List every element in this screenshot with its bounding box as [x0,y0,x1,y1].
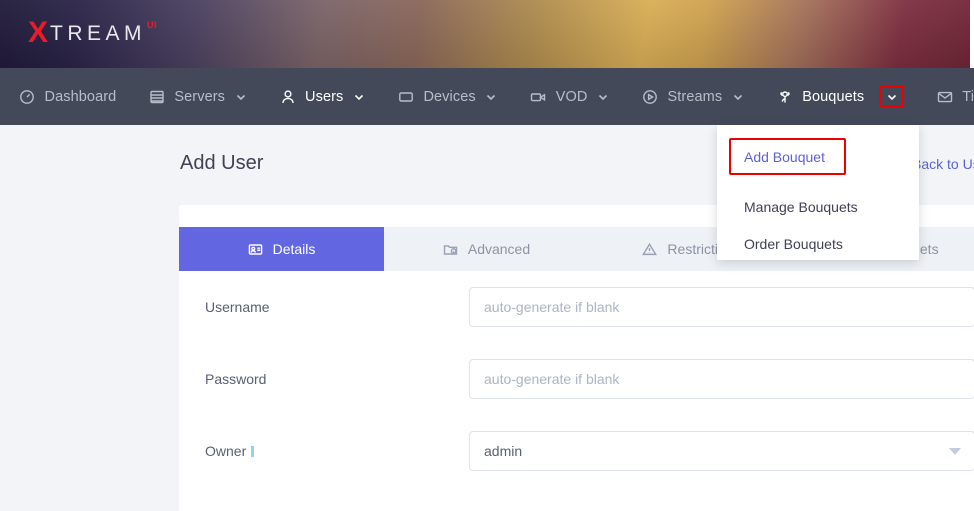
chevron-down-icon[interactable] [234,90,247,103]
page-title: Add User [180,152,264,174]
flower-icon [776,88,793,105]
nav-item-dashboard[interactable]: Dashboard [19,68,117,125]
logo-x-mark: X [28,16,49,49]
mail-icon [936,88,953,105]
app-logo[interactable]: X TREAM UI [28,18,157,49]
owner-select[interactable]: admin [469,431,974,471]
form-row-owner: Owner admin [179,415,974,487]
dropdown-item-order-bouquets[interactable]: Order Bouquets [717,225,919,262]
label-owner: Owner [179,443,469,459]
back-to-users-link[interactable]: Back to Users [912,156,974,172]
bouquets-dropdown-menu: Add Bouquet Manage Bouquets Order Bouque… [717,125,919,260]
nav-item-streams[interactable]: Streams [641,68,744,125]
form-row-username: Username [179,271,974,343]
bouquets-chevron-highlight[interactable] [879,86,905,107]
nav-label-bouquets: Bouquets [802,88,865,105]
nav-label-vod: VOD [555,88,588,105]
id-card-icon [248,242,263,257]
user-icon [279,88,296,105]
nav-label-tickets: Ti [962,88,974,105]
tab-label-details: Details [272,241,316,257]
user-form: Username Password Owner admin [179,271,974,487]
logo-wordmark: TREAM [50,22,147,45]
nav-item-bouquets[interactable]: Bouquets [776,68,905,125]
brand-header: X TREAM UI [0,0,974,68]
required-marker [251,446,255,457]
owner-control: admin [469,431,974,471]
password-input[interactable] [469,359,974,399]
form-row-password: Password [179,343,974,415]
nav-item-devices[interactable]: Devices [397,68,497,125]
tab-advanced[interactable]: Advanced [384,227,589,271]
dropdown-item-add-bouquet[interactable]: Add Bouquet [744,149,825,165]
username-input[interactable] [469,287,974,327]
label-username: Username [205,299,270,315]
app-root: X TREAM UI Dashboard Servers Users Devic… [0,0,974,511]
folder-info-icon [443,242,458,257]
nav-item-users[interactable]: Users [279,68,365,125]
nav-item-vod[interactable]: VOD [530,68,610,125]
left-rail [0,125,179,511]
server-icon [148,88,165,105]
username-control [469,287,974,327]
nav-label-streams: Streams [667,88,723,105]
label-password: Password [205,371,267,387]
play-circle-icon [641,88,658,105]
owner-selected-value: admin [484,443,523,459]
nav-label-servers: Servers [174,88,226,105]
label-owner-text: Owner [205,443,247,459]
dropdown-item-manage-bouquets[interactable]: Manage Bouquets [717,188,919,225]
scrollbar-edge[interactable] [970,0,974,68]
main-navbar: Dashboard Servers Users Devices VOD Stre… [0,68,974,125]
video-icon [530,88,547,105]
chevron-down-icon[interactable] [596,90,609,103]
nav-label-dashboard: Dashboard [44,88,117,105]
add-bouquet-highlight[interactable]: Add Bouquet [729,138,846,175]
chevron-down-icon[interactable] [949,448,961,455]
password-control [469,359,974,399]
nav-item-servers[interactable]: Servers [148,68,247,125]
chevron-down-icon[interactable] [885,90,898,103]
logo-superscript: UI [147,20,158,30]
warning-icon [642,242,658,257]
chevron-down-icon[interactable] [485,90,498,103]
nav-item-tickets[interactable]: Ti [936,68,974,125]
nav-label-users: Users [305,88,344,105]
gauge-icon [19,88,36,105]
tab-details[interactable]: Details [179,227,384,271]
device-icon [397,88,414,105]
nav-label-devices: Devices [423,88,476,105]
chevron-down-icon[interactable] [731,90,744,103]
chevron-down-icon[interactable] [352,90,365,103]
tab-label-advanced: Advanced [467,241,531,257]
